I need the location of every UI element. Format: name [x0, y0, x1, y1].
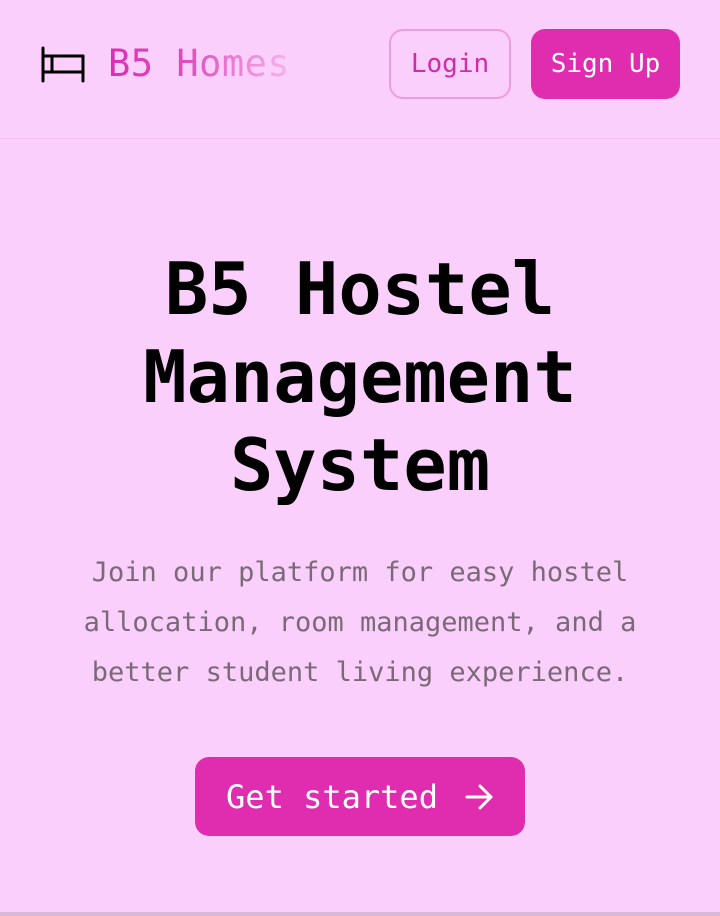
landing-page: B5 Homes Login Sign Up B5 Hostel Managem… — [0, 0, 720, 916]
get-started-label: Get started — [226, 777, 438, 816]
hero-title-line: System — [229, 423, 491, 507]
brand-name: B5 Homes — [108, 40, 290, 88]
hero-title: B5 Hostel Management System — [0, 245, 720, 509]
arrow-right-icon — [464, 782, 494, 812]
bed-icon — [40, 44, 86, 84]
hero-subtitle: Join our platform for easy hostel alloca… — [0, 548, 720, 698]
hero-subtitle-line: Join our platform for easy hostel — [91, 557, 629, 588]
hero-title-line: B5 Hostel — [164, 247, 556, 331]
hero-subtitle-line: better student living experience. — [91, 657, 629, 688]
top-nav: B5 Homes Login Sign Up — [0, 0, 720, 139]
brand-logo[interactable]: B5 Homes — [40, 40, 290, 88]
get-started-button[interactable]: Get started — [195, 757, 525, 836]
hero-title-line: Management — [143, 335, 577, 419]
hero-subtitle-line: allocation, room management, and a — [83, 607, 637, 638]
bottom-divider — [0, 912, 720, 916]
signup-button[interactable]: Sign Up — [531, 29, 680, 99]
login-button[interactable]: Login — [389, 29, 511, 99]
